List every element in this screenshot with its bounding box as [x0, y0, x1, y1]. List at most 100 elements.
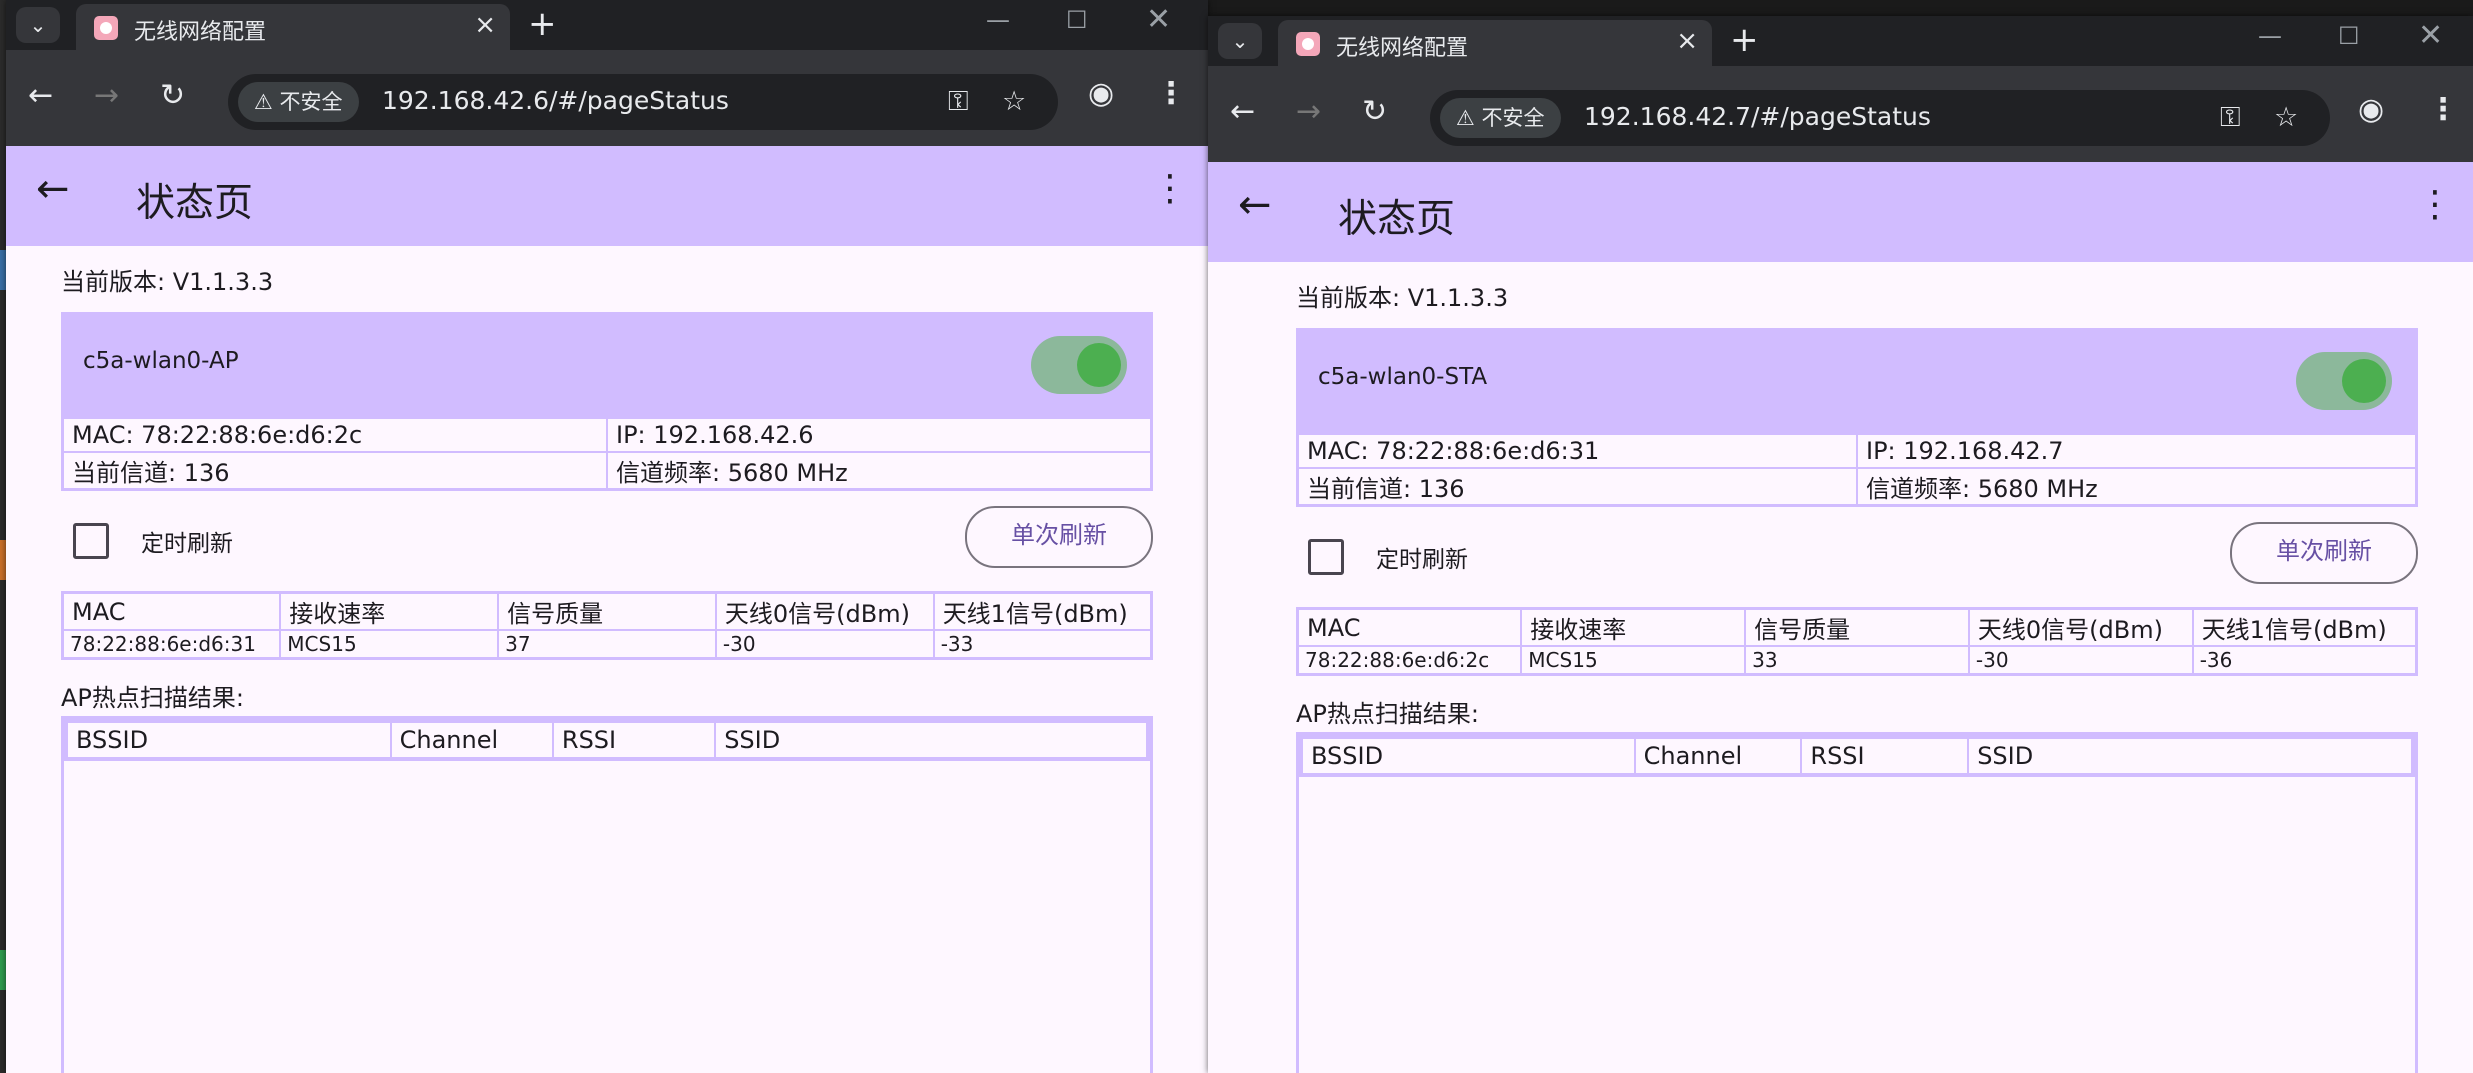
close-icon[interactable]: ✕ [2418, 18, 2443, 53]
column-header: SSID [1967, 736, 2414, 776]
chevron-down-icon[interactable]: ⌄ [1218, 23, 1262, 59]
profile-icon[interactable]: ◉ [1088, 76, 1114, 111]
single-refresh-button[interactable]: 单次刷新 [2230, 522, 2418, 584]
browser-tab[interactable]: 无线网络配置 × [76, 4, 510, 50]
column-header: RSSI [1800, 736, 1970, 776]
more-vert-icon[interactable]: ⋮ [2428, 92, 2458, 127]
browser-tab[interactable]: 无线网络配置 × [1278, 20, 1712, 66]
maximize-icon[interactable]: ☐ [2338, 22, 2360, 50]
timed-refresh-label: 定时刷新 [141, 531, 233, 557]
scan-results-title: AP热点扫描结果: [1296, 700, 1479, 728]
column-header: 信号质量 [497, 591, 717, 631]
timed-refresh-checkbox[interactable] [73, 523, 109, 559]
minimize-icon[interactable]: — [986, 6, 1010, 34]
reload-icon[interactable]: ↻ [160, 78, 185, 113]
arrow-left-icon[interactable]: ← [36, 166, 70, 212]
table-cell: MCS15 [279, 629, 500, 660]
favicon-icon [94, 16, 118, 40]
interface-card: c5a-wlan0-AP [61, 312, 1153, 416]
station-table: MAC 接收速率 信号质量 天线0信号(dBm) 天线1信号(dBm) 78:2… [61, 591, 1153, 660]
column-header: 天线0信号(dBm) [1967, 607, 2194, 647]
chevron-down-icon[interactable]: ⌄ [16, 7, 60, 43]
profile-icon[interactable]: ◉ [2358, 92, 2384, 127]
key-icon[interactable]: ⚿ [948, 86, 969, 118]
timed-refresh-label: 定时刷新 [1376, 547, 1468, 573]
tab-title: 无线网络配置 [134, 20, 267, 45]
more-vert-icon[interactable]: ⋮ [1152, 168, 1188, 209]
security-chip[interactable]: ⚠ 不安全 [238, 82, 359, 122]
plus-icon[interactable]: + [528, 4, 557, 44]
table-cell: 78:22:88:6e:d6:2c [1296, 645, 1523, 676]
security-label: 不安全 [1481, 106, 1545, 130]
web-page: ← 状态页 ⋮ 当前版本: V1.1.3.3 c5a-wlan0-AP MAC:… [6, 146, 1208, 1073]
timed-refresh-checkbox[interactable] [1308, 539, 1344, 575]
plus-icon[interactable]: + [1730, 20, 1759, 60]
station-table: MAC 接收速率 信号质量 天线0信号(dBm) 天线1信号(dBm) 78:2… [1296, 607, 2418, 676]
single-refresh-button[interactable]: 单次刷新 [965, 506, 1153, 568]
arrow-right-icon[interactable]: → [1296, 94, 1321, 129]
address-bar[interactable]: ⚠ 不安全 192.168.42.6/#/pageStatus ⚿ ☆ [228, 74, 1058, 130]
minimize-icon[interactable]: — [2258, 22, 2282, 50]
close-icon[interactable]: × [474, 10, 496, 40]
mac-cell: MAC: 78:22:88:6e:d6:2c [61, 416, 608, 453]
channel-cell: 当前信道: 136 [1296, 467, 1858, 507]
address-bar[interactable]: ⚠ 不安全 192.168.42.7/#/pageStatus ⚿ ☆ [1430, 90, 2330, 146]
security-chip[interactable]: ⚠ 不安全 [1440, 98, 1561, 138]
table-row: 78:22:88:6e:d6:2c MCS15 33 -30 -36 [1296, 645, 2418, 676]
scan-results-panel[interactable]: BSSID Channel RSSI SSID [61, 716, 1153, 1073]
arrow-right-icon[interactable]: → [94, 78, 119, 113]
version-label: 当前版本: V1.1.3.3 [61, 268, 274, 296]
maximize-icon[interactable]: ☐ [1066, 6, 1088, 34]
column-header: 天线1信号(dBm) [2191, 607, 2418, 647]
table-cell: -33 [932, 629, 1153, 660]
star-icon[interactable]: ☆ [2274, 102, 2298, 133]
version-label: 当前版本: V1.1.3.3 [1296, 284, 1509, 312]
url-text[interactable]: 192.168.42.6/#/pageStatus [382, 86, 729, 115]
browser-toolbar: ← → ↻ ⚠ 不安全 192.168.42.7/#/pageStatus ⚿ … [1208, 66, 2473, 162]
frequency-cell: 信道频率: 5680 MHz [1856, 467, 2418, 507]
favicon-icon [1296, 32, 1320, 56]
close-icon[interactable]: × [1676, 26, 1698, 56]
arrow-left-icon[interactable]: ← [28, 78, 53, 113]
table-cell: -30 [714, 629, 935, 660]
table-row: 78:22:88:6e:d6:31 MCS15 37 -30 -33 [61, 629, 1153, 660]
tab-strip: ⌄ 无线网络配置 × + — ☐ ✕ [6, 0, 1208, 50]
scan-results-table: BSSID Channel RSSI SSID [64, 719, 1150, 761]
frequency-cell: 信道频率: 5680 MHz [606, 451, 1153, 491]
browser-window-ap: ⌄ 无线网络配置 × + — ☐ ✕ ← → ↻ ⚠ 不安全 192.168.4… [6, 0, 1208, 1073]
table-header-row: MAC 接收速率 信号质量 天线0信号(dBm) 天线1信号(dBm) [1296, 607, 2418, 647]
channel-cell: 当前信道: 136 [61, 451, 608, 491]
scan-results-panel[interactable]: BSSID Channel RSSI SSID [1296, 732, 2418, 1073]
table-cell: -36 [2191, 645, 2418, 676]
arrow-left-icon[interactable]: ← [1230, 94, 1255, 129]
app-bar: ← 状态页 ⋮ [6, 146, 1208, 246]
warning-icon: ⚠ [1456, 106, 1482, 130]
column-header: 天线1信号(dBm) [932, 591, 1153, 631]
scan-results-title: AP热点扫描结果: [61, 684, 244, 712]
key-icon[interactable]: ⚿ [2220, 102, 2241, 134]
close-icon[interactable]: ✕ [1146, 2, 1171, 37]
toggle-knob [2342, 359, 2386, 403]
column-header: SSID [714, 720, 1149, 760]
interface-toggle[interactable] [1031, 336, 1127, 394]
column-header: MAC [1296, 607, 1523, 647]
interface-toggle[interactable] [2296, 352, 2392, 410]
more-vert-icon[interactable]: ⋮ [1156, 76, 1186, 111]
table-cell: 33 [1744, 645, 1970, 676]
status-content: 当前版本: V1.1.3.3 c5a-wlan0-STA MAC: 78:22:… [1296, 262, 2418, 1073]
arrow-left-icon[interactable]: ← [1238, 182, 1272, 228]
star-icon[interactable]: ☆ [1002, 86, 1026, 117]
column-header: Channel [1633, 736, 1803, 776]
column-header: BSSID [1300, 736, 1636, 776]
more-vert-icon[interactable]: ⋮ [2417, 184, 2453, 225]
url-text[interactable]: 192.168.42.7/#/pageStatus [1584, 102, 1931, 131]
column-header: BSSID [65, 720, 392, 760]
scan-results-table: BSSID Channel RSSI SSID [1299, 735, 2415, 777]
reload-icon[interactable]: ↻ [1362, 94, 1387, 129]
status-content: 当前版本: V1.1.3.3 c5a-wlan0-AP MAC: 78:22:8… [61, 246, 1153, 1073]
column-header: MAC [61, 591, 282, 631]
table-cell: MCS15 [1520, 645, 1747, 676]
interface-info-table: MAC: 78:22:88:6e:d6:2c IP: 192.168.42.6 … [61, 416, 1153, 491]
warning-icon: ⚠ [254, 90, 280, 114]
table-header-row: MAC 接收速率 信号质量 天线0信号(dBm) 天线1信号(dBm) [61, 591, 1153, 631]
